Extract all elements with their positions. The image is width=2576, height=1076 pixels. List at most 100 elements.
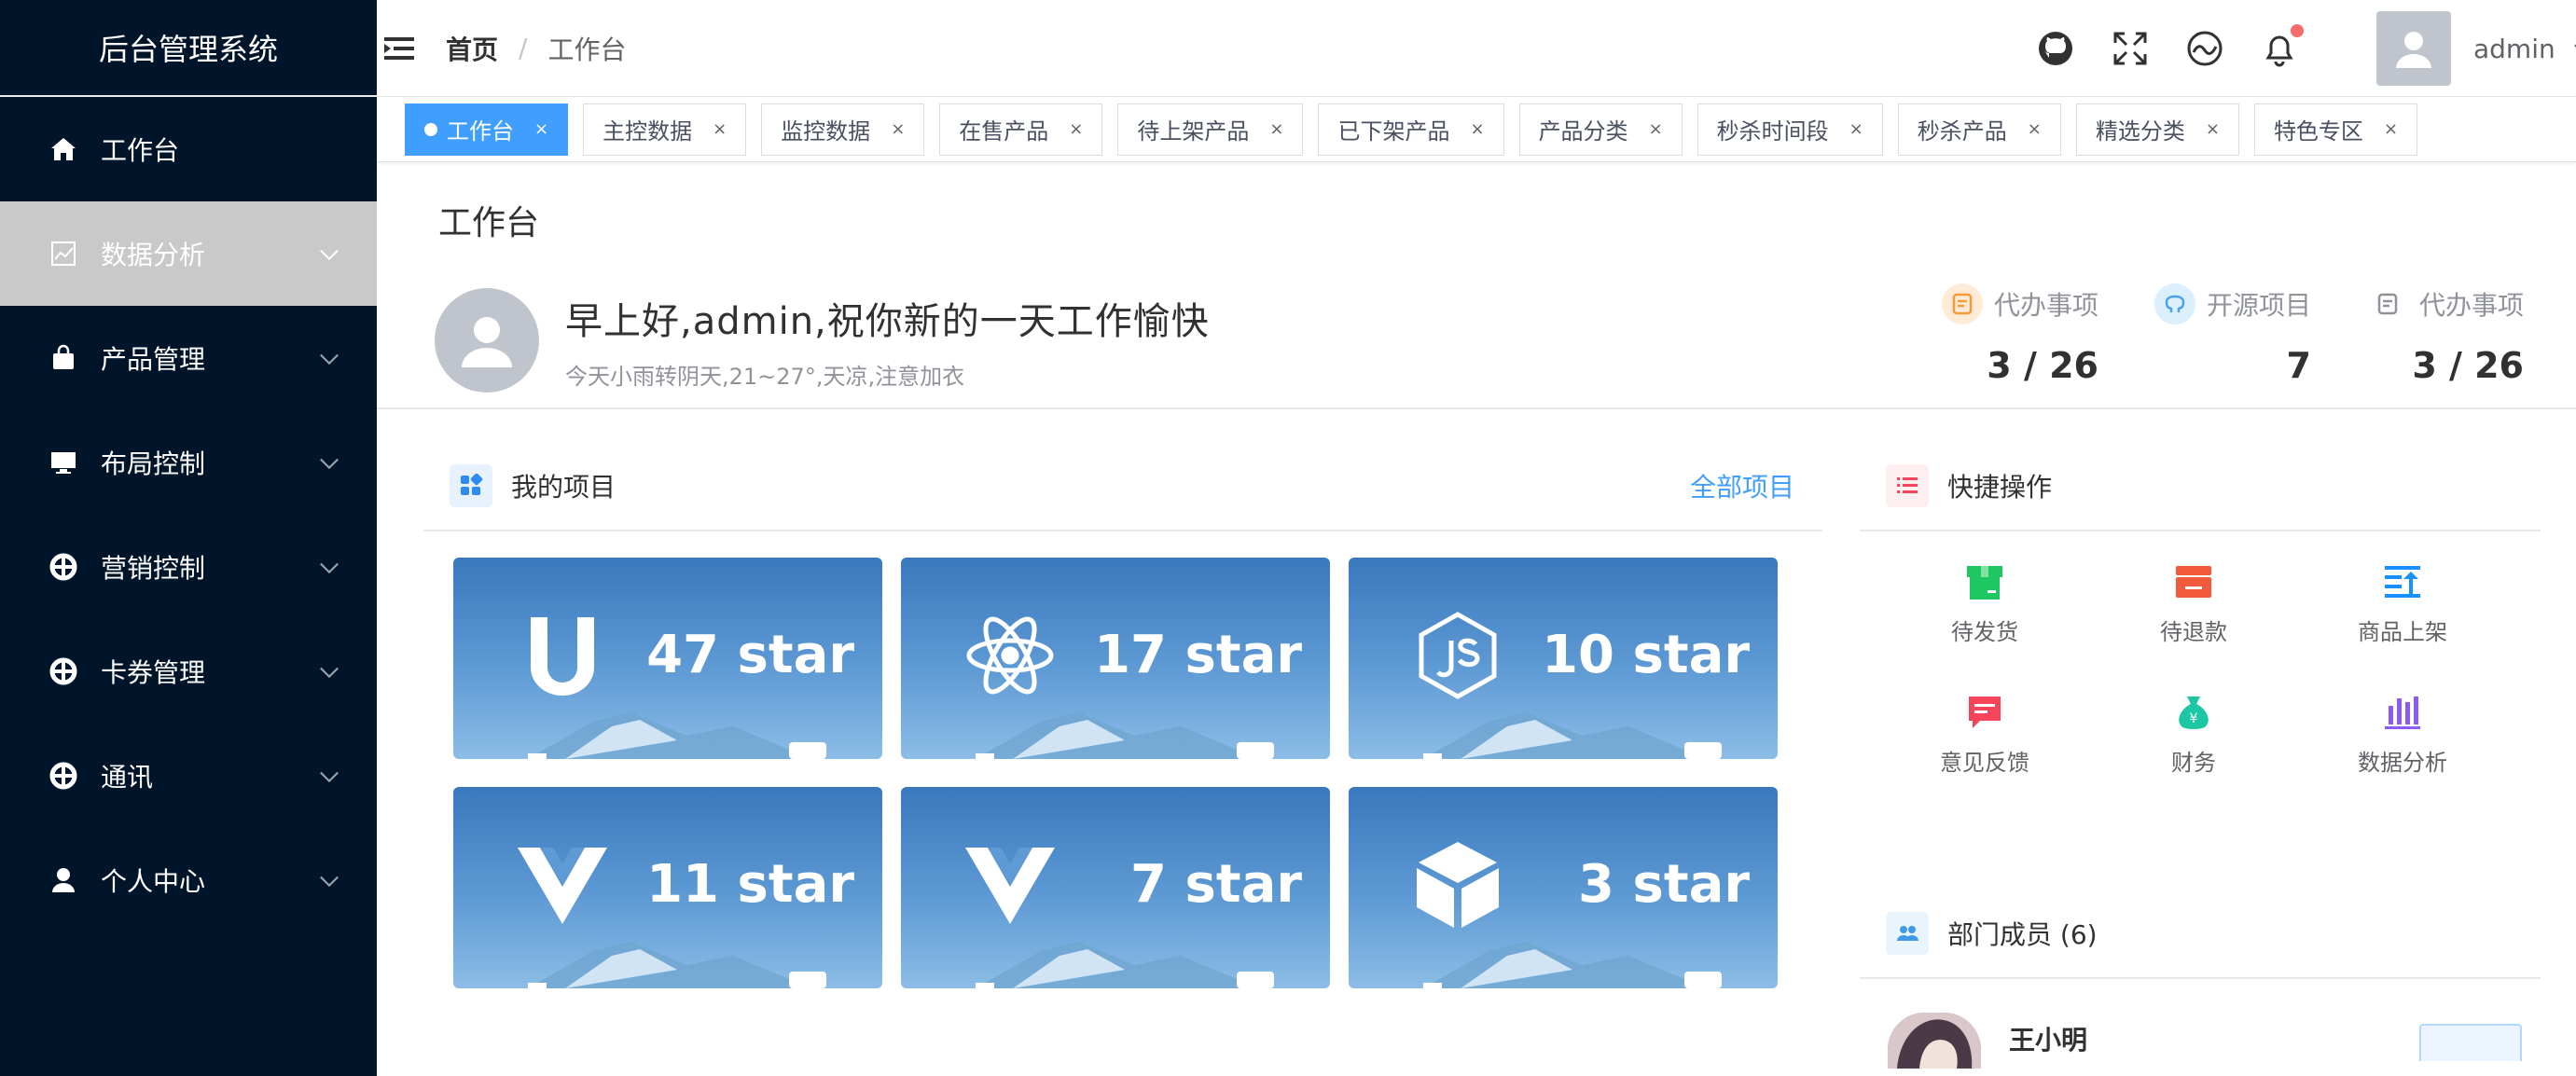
member-action-button[interactable] xyxy=(2419,1024,2522,1061)
close-icon[interactable]: × xyxy=(2206,119,2220,139)
tag-label: 特色专区 xyxy=(2273,118,2363,145)
tag-label: 已下架产品 xyxy=(1337,118,1450,145)
card-title: 部门成员 (6) xyxy=(1947,919,2098,950)
upload-icon xyxy=(2382,561,2423,602)
quick-item-feedback[interactable]: 意见反馈 xyxy=(1891,692,2078,777)
sidebar-item-label: 个人中心 xyxy=(101,866,206,897)
tag-item[interactable]: 精选分类 × xyxy=(2075,103,2239,156)
sidebar-item-product[interactable]: 产品管理 xyxy=(0,306,377,410)
quick-item-to-ship[interactable]: 待发货 xyxy=(1891,561,2078,646)
quick-item-data-analysis[interactable]: 数据分析 xyxy=(2309,692,2496,777)
project-card[interactable]: 3 star xyxy=(1349,787,1778,988)
sidebar-item-marketing[interactable]: 营销控制 xyxy=(0,515,377,619)
tag-item[interactable]: 秒杀时间段 × xyxy=(1697,103,1883,156)
project-card[interactable]: 7 star xyxy=(901,787,1330,988)
star-count: 47 star xyxy=(646,625,854,685)
stat-label: 代办事项 xyxy=(2418,290,2524,321)
stat-label: 开源项目 xyxy=(2206,290,2311,321)
lifebuoy-icon xyxy=(48,656,78,686)
chevron-down-icon xyxy=(320,346,339,366)
chart-icon xyxy=(48,239,78,269)
github-icon[interactable] xyxy=(2035,28,2076,69)
breadcrumb-home[interactable]: 首页 xyxy=(446,30,498,67)
user-icon xyxy=(48,865,78,895)
sidebar-item-data-analysis[interactable]: 数据分析 xyxy=(0,201,377,306)
quick-item-finance[interactable]: ¥ 财务 xyxy=(2100,692,2287,777)
project-card[interactable]: 17 star xyxy=(901,558,1330,759)
member-name: 王小明 xyxy=(2009,1025,2088,1055)
apps-icon xyxy=(450,464,492,507)
sidebar-item-profile[interactable]: 个人中心 xyxy=(0,828,377,932)
stat-opensource: 开源项目 7 xyxy=(2154,283,2311,386)
chevron-down-icon xyxy=(320,868,339,888)
sidebar-item-communication[interactable]: 通讯 xyxy=(0,724,377,828)
project-card[interactable]: 11 star xyxy=(453,787,882,988)
chevron-down-icon xyxy=(320,659,339,679)
sidebar-item-coupon[interactable]: 卡券管理 xyxy=(0,619,377,724)
theme-icon[interactable] xyxy=(2184,28,2225,69)
close-icon[interactable]: × xyxy=(1849,119,1863,139)
active-dot xyxy=(424,122,437,136)
sidebar-item-label: 营销控制 xyxy=(101,553,206,584)
avatar[interactable] xyxy=(2376,11,2451,86)
member-avatar xyxy=(1888,1013,1981,1069)
fullscreen-icon[interactable] xyxy=(2110,28,2151,69)
quick-item-label: 待退款 xyxy=(2160,619,2227,645)
sidebar-item-workbench[interactable]: 工作台 xyxy=(0,97,377,201)
username-dropdown[interactable]: admin xyxy=(2473,34,2576,64)
tag-item[interactable]: 秒杀产品 × xyxy=(1897,103,2061,156)
tag-label: 待上架产品 xyxy=(1137,118,1250,145)
close-icon[interactable]: × xyxy=(2028,119,2042,139)
all-projects-link[interactable]: 全部项目 xyxy=(1690,467,1794,504)
uview-icon xyxy=(511,604,614,707)
lifebuoy-icon xyxy=(48,552,78,582)
close-icon[interactable]: × xyxy=(713,119,727,139)
sidebar-item-layout[interactable]: 布局控制 xyxy=(0,410,377,515)
close-icon[interactable]: × xyxy=(891,119,905,139)
cube-icon xyxy=(1406,834,1509,936)
chevron-down-icon xyxy=(320,764,339,783)
box-icon xyxy=(1964,561,2005,602)
member-row[interactable]: 王小明 xyxy=(1888,1013,2541,1069)
close-icon[interactable]: × xyxy=(2384,119,2398,139)
project-card[interactable]: 10 star xyxy=(1349,558,1778,759)
app-title: 后台管理系统 xyxy=(0,0,377,97)
home-icon xyxy=(48,134,78,164)
close-icon[interactable]: × xyxy=(534,119,548,139)
breadcrumb: 首页 / 工作台 xyxy=(446,30,626,67)
star-count: 10 star xyxy=(1542,625,1750,685)
tag-item[interactable]: 在售产品 × xyxy=(939,103,1103,156)
tag-item[interactable]: 已下架产品 × xyxy=(1318,103,1504,156)
sidebar-item-label: 通讯 xyxy=(101,762,154,793)
stat-value: 3 / 26 xyxy=(1987,345,2098,386)
quick-actions-card: 快捷操作 待发货 待退款 商品上架 意见反馈 ¥ 财务 数据分析 xyxy=(1860,442,2541,776)
chevron-down-icon xyxy=(320,450,339,470)
header-actions: admin xyxy=(2035,0,2576,97)
quick-item-put-on-shelf[interactable]: 商品上架 xyxy=(2309,561,2496,646)
bell-icon[interactable] xyxy=(2259,24,2304,69)
card-title: 快捷操作 xyxy=(1947,472,2053,503)
tag-item[interactable]: 产品分类 × xyxy=(1518,103,1683,156)
tag-label: 秒杀产品 xyxy=(1917,118,2007,145)
quick-item-to-refund[interactable]: 待退款 xyxy=(2100,561,2287,646)
close-icon[interactable]: × xyxy=(1269,119,1283,139)
stat-value: 7 xyxy=(2286,345,2311,386)
notification-dot xyxy=(2291,24,2304,37)
close-icon[interactable]: × xyxy=(1470,119,1484,139)
tag-workbench[interactable]: 工作台 × xyxy=(405,103,569,156)
vue-icon xyxy=(511,834,614,936)
tag-item[interactable]: 主控数据 × xyxy=(583,103,747,156)
tag-label: 精选分类 xyxy=(2095,118,2185,145)
feedback-icon xyxy=(1964,692,2005,733)
chevron-down-icon xyxy=(320,555,339,574)
chevron-down-icon xyxy=(320,241,339,261)
menu-fold-icon[interactable] xyxy=(381,30,418,67)
tag-item[interactable]: 监控数据 × xyxy=(761,103,925,156)
sidebar: 后台管理系统 工作台 数据分析 产品管理 布局控制 营销控制 卡券管理 通讯 个… xyxy=(0,0,377,1076)
tag-item[interactable]: 待上架产品 × xyxy=(1117,103,1304,156)
sidebar-item-label: 数据分析 xyxy=(101,240,206,270)
close-icon[interactable]: × xyxy=(1069,119,1083,139)
tag-item[interactable]: 特色专区 × xyxy=(2253,103,2418,156)
close-icon[interactable]: × xyxy=(1649,119,1663,139)
project-card[interactable]: 47 star xyxy=(453,558,882,759)
